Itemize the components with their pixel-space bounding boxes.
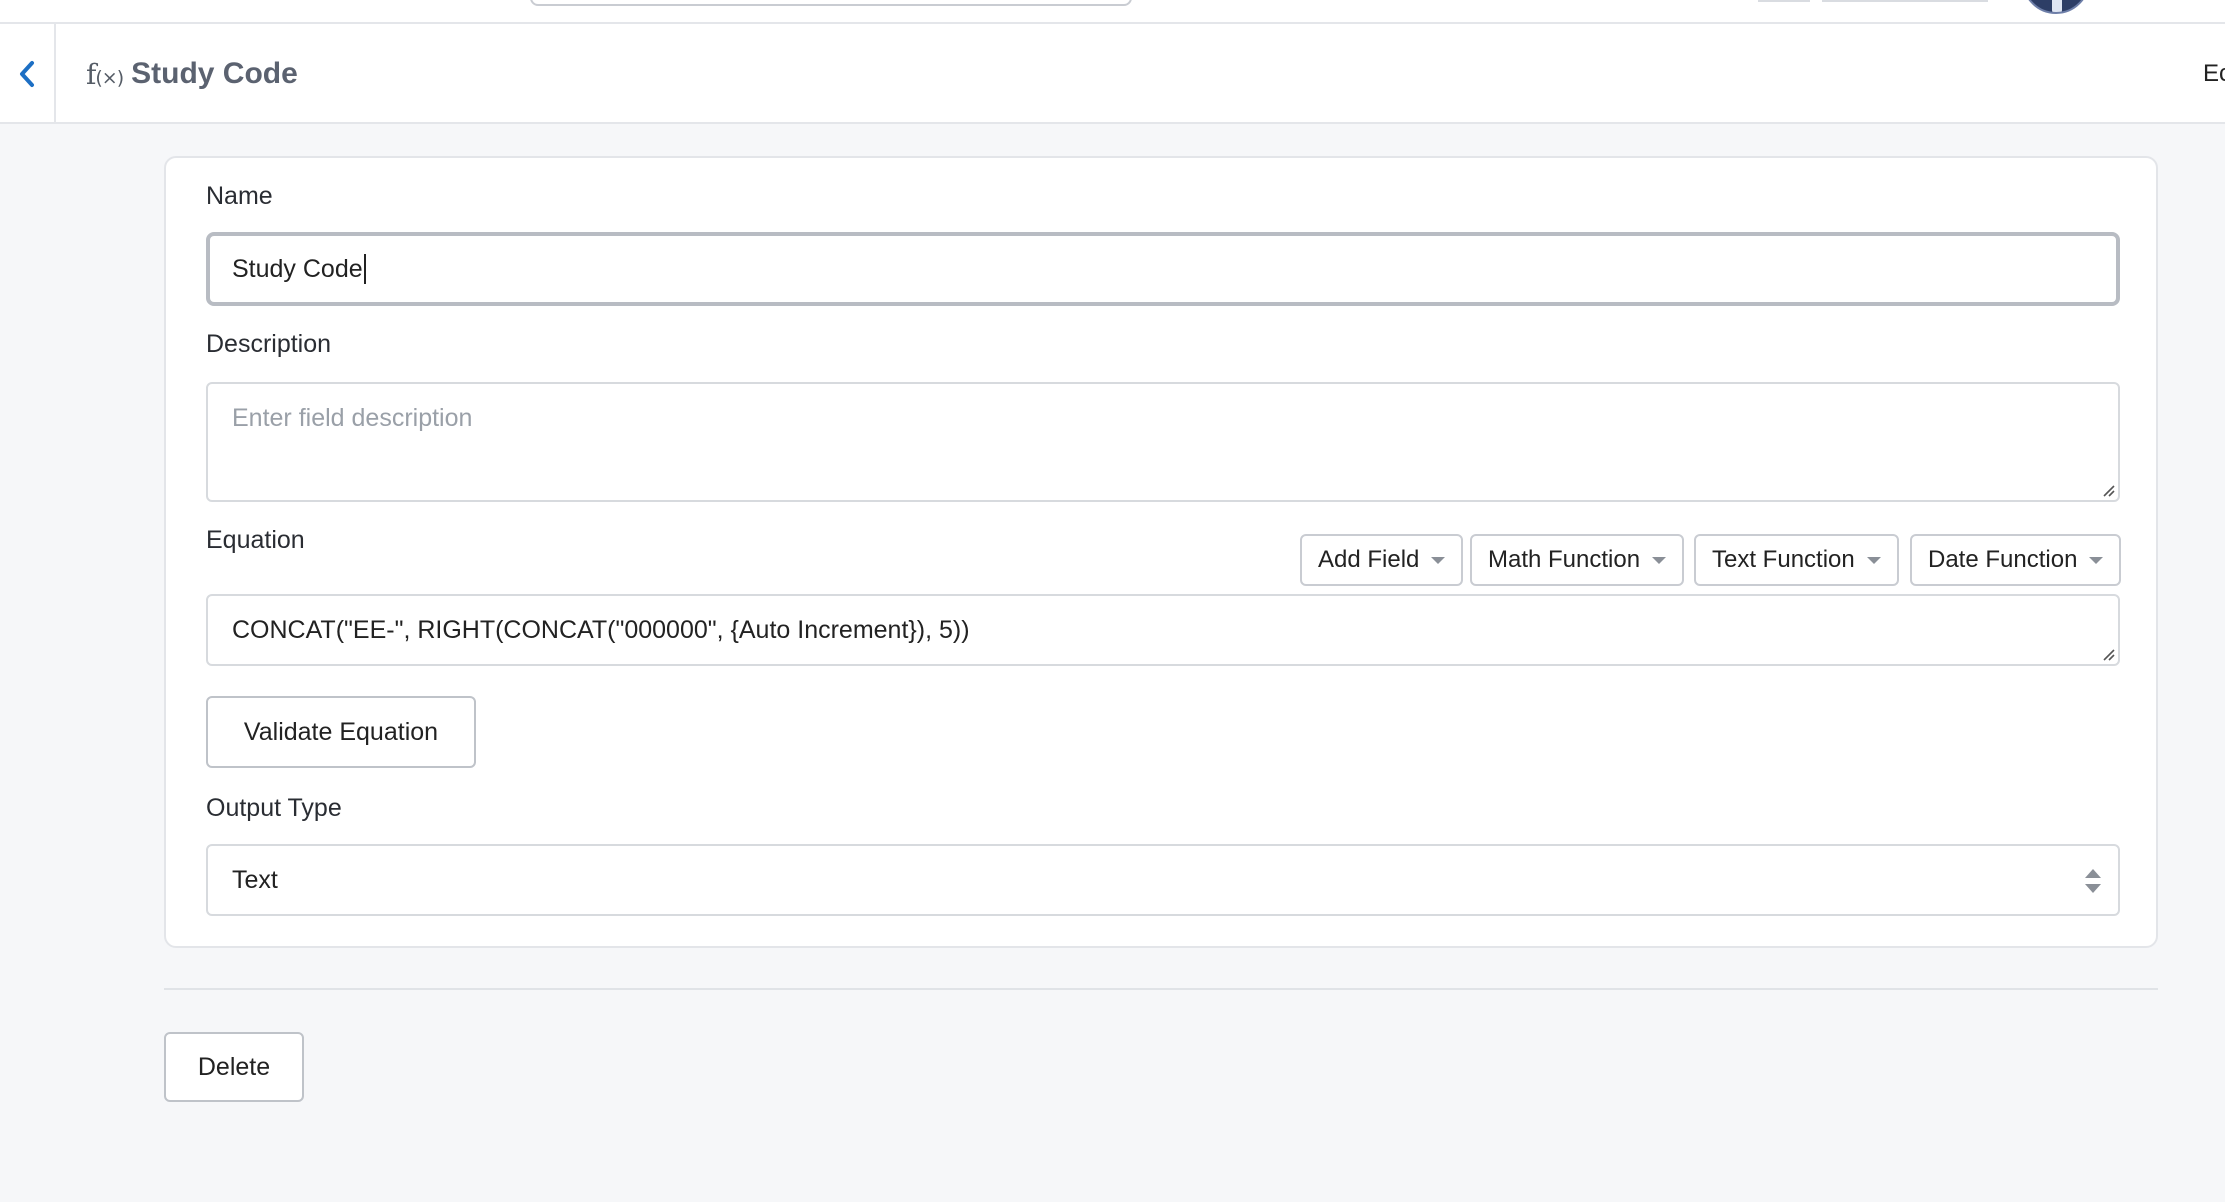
name-label: Name	[206, 182, 273, 210]
topbar-control[interactable]	[1758, 0, 1810, 2]
caret-down-icon	[1652, 556, 1667, 564]
section-divider	[164, 988, 2158, 990]
back-button[interactable]	[0, 24, 56, 124]
page-title-group: f(×) Study Code	[86, 24, 298, 124]
topbar-menu[interactable]	[1822, 0, 1988, 2]
validate-equation-button[interactable]: Validate Equation	[206, 696, 476, 768]
formula-field-form: Name Study Code Description Enter field …	[164, 156, 2158, 948]
caret-down-icon	[1866, 556, 1881, 564]
description-textarea[interactable]: Enter field description	[206, 382, 2120, 502]
output-type-value: Text	[232, 865, 278, 894]
equation-value: CONCAT("EE-", RIGHT(CONCAT("000000", {Au…	[232, 615, 970, 644]
math-function-dropdown[interactable]: Math Function	[1470, 534, 1685, 586]
name-input[interactable]: Study Code	[206, 232, 2120, 306]
equation-textarea[interactable]: CONCAT("EE-", RIGHT(CONCAT("000000", {Au…	[206, 594, 2120, 666]
add-field-dropdown[interactable]: Add Field	[1300, 534, 1464, 586]
date-function-dropdown[interactable]: Date Function	[1910, 534, 2122, 586]
user-avatar[interactable]	[2022, 0, 2090, 14]
resize-grip-icon[interactable]	[2100, 646, 2116, 662]
global-search-input[interactable]	[530, 0, 1132, 6]
chevron-left-icon	[20, 61, 34, 87]
function-icon: f(×)	[86, 57, 124, 91]
text-function-label: Text Function	[1712, 546, 1855, 573]
add-field-label: Add Field	[1318, 546, 1420, 573]
top-navigation-bar	[0, 0, 2225, 24]
caret-down-icon	[1431, 556, 1446, 564]
name-input-value: Study Code	[232, 254, 363, 283]
delete-button[interactable]: Delete	[164, 1032, 304, 1102]
math-function-label: Math Function	[1488, 546, 1641, 573]
equation-label: Equation	[206, 526, 305, 554]
date-function-label: Date Function	[1928, 546, 2078, 573]
edit-button[interactable]: Ec	[2203, 60, 2225, 88]
text-function-dropdown[interactable]: Text Function	[1694, 534, 1899, 586]
output-type-label: Output Type	[206, 794, 342, 822]
text-caret	[363, 254, 366, 284]
page-header: f(×) Study Code Ec	[0, 24, 2225, 124]
caret-down-icon	[2089, 556, 2104, 564]
page-title: Study Code	[131, 57, 298, 90]
description-placeholder: Enter field description	[232, 404, 473, 432]
description-label: Description	[206, 330, 332, 358]
output-type-select[interactable]: Text	[206, 844, 2120, 916]
resize-grip-icon[interactable]	[2100, 482, 2116, 498]
select-arrows-icon	[2085, 869, 2101, 893]
